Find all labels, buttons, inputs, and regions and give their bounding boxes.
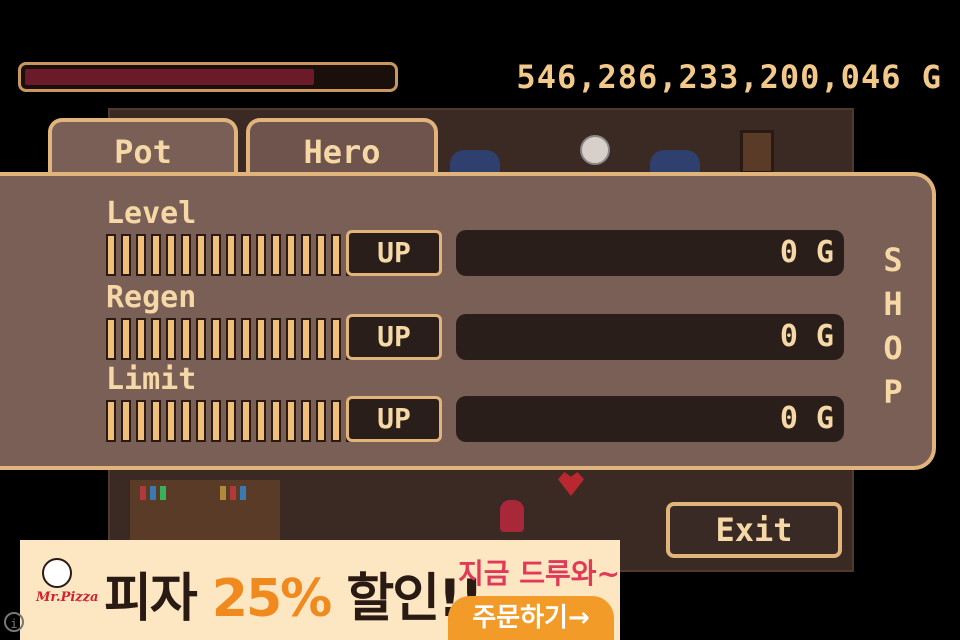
hero-sprite (500, 500, 524, 532)
stat-label-limit: Limit (106, 362, 197, 397)
regen-cost: 0 G (456, 314, 844, 360)
ad-banner[interactable]: Mr.Pizza 피자 25% 할인!! 지금 드루와~ 주문하기→ (20, 540, 620, 640)
stat-label-level: Level (106, 196, 197, 231)
portrait-frame (740, 130, 774, 174)
book (230, 486, 236, 500)
exit-button[interactable]: Exit (666, 502, 842, 558)
clock-icon (580, 135, 610, 165)
heart-icon (558, 472, 584, 496)
book (160, 486, 166, 500)
ad-headline-pct: 25% (211, 569, 332, 629)
shop-letter: P (883, 373, 903, 411)
tab-pot[interactable]: Pot (48, 118, 238, 180)
regen-up-button[interactable]: UP (346, 314, 442, 360)
book (140, 486, 146, 500)
shop-letter: O (883, 329, 903, 367)
hp-bar (18, 62, 398, 92)
book (150, 486, 156, 500)
shop-button[interactable]: S H O P (878, 238, 908, 414)
ad-order-button[interactable]: 주문하기→ (448, 596, 614, 640)
shop-letter: H (883, 285, 903, 323)
limit-up-button[interactable]: UP (346, 396, 442, 442)
ad-headline: 피자 25% 할인!! (104, 556, 484, 631)
chef-logo-icon (42, 558, 72, 588)
ad-brand: Mr.Pizza (36, 590, 99, 605)
level-cost: 0 G (456, 230, 844, 276)
book (240, 486, 246, 500)
tab-hero[interactable]: Hero (246, 118, 438, 180)
gold-counter: 546,286,233,200,046 G (516, 58, 942, 96)
info-icon[interactable]: i (4, 612, 24, 632)
level-up-button[interactable]: UP (346, 230, 442, 276)
hp-bar-fill (25, 69, 314, 85)
book (220, 486, 226, 500)
stat-label-regen: Regen (106, 280, 197, 315)
shop-letter: S (883, 241, 903, 279)
ad-headline-pre: 피자 (104, 569, 198, 629)
ad-subtext: 지금 드루와~ (458, 557, 620, 590)
limit-cost: 0 G (456, 396, 844, 442)
